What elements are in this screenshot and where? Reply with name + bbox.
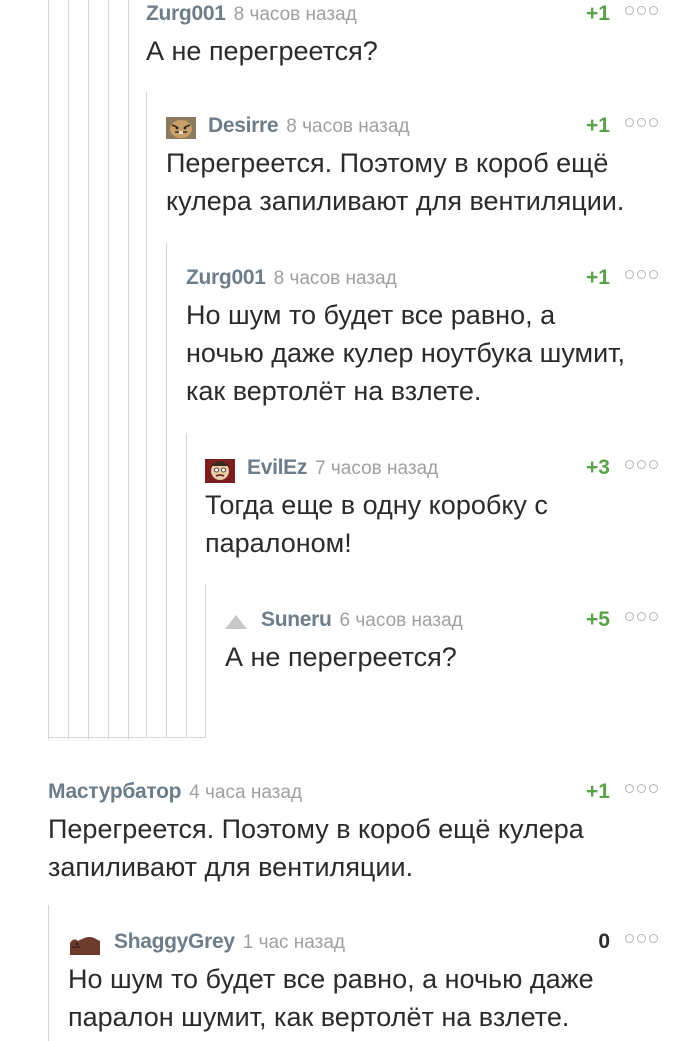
more-dots-icon[interactable] bbox=[625, 934, 658, 943]
thread-line[interactable] bbox=[146, 92, 147, 737]
default-avatar-triangle-icon[interactable] bbox=[225, 615, 247, 629]
comment-time[interactable]: 4 часа назад bbox=[189, 782, 302, 804]
comment: Zurg001 8 часов назад +1 А не перегреетс… bbox=[146, 2, 658, 72]
animal-avatar-icon[interactable] bbox=[68, 933, 102, 955]
comment-text: А не перегреется? bbox=[146, 32, 378, 70]
comment-meta: Мастурбатор 4 часа назад bbox=[48, 780, 302, 808]
thread-line[interactable] bbox=[166, 243, 167, 737]
comment: EvilEz 7 часов назад +3 Тогда еще в одну… bbox=[205, 456, 658, 566]
comment-text-line: Тогда еще в одну коробку с bbox=[205, 490, 548, 520]
comment-text: Но шум то будет все равно, а ночью даже … bbox=[186, 296, 625, 410]
comment-time[interactable]: 6 часов назад bbox=[340, 610, 463, 632]
comment-text-line: Перегреется. Поэтому в короб ещё bbox=[166, 148, 609, 178]
comment-author[interactable]: Desirre bbox=[208, 114, 279, 138]
comment-rating[interactable]: +1 bbox=[586, 2, 610, 26]
comment-text-line: паралон шумит, как вертолёт на взлете. bbox=[68, 1002, 570, 1032]
comment-rating[interactable]: +5 bbox=[586, 608, 610, 632]
comment-author[interactable]: Suneru bbox=[261, 608, 332, 632]
comment: Zurg001 8 часов назад +1 Но шум то будет… bbox=[186, 266, 658, 416]
comment-meta: Desirre 8 часов назад bbox=[166, 114, 409, 142]
comment-text-line: как вертолёт на взлете. bbox=[186, 376, 482, 406]
comment-text-line: Но шум то будет все равно, а bbox=[186, 300, 556, 330]
comment-author[interactable]: EvilEz bbox=[247, 456, 307, 480]
comment-rating[interactable]: 0 bbox=[598, 930, 610, 954]
more-dots-icon[interactable] bbox=[625, 784, 658, 793]
thread-line[interactable] bbox=[48, 0, 49, 740]
comment-time[interactable]: 8 часов назад bbox=[286, 116, 409, 138]
thread-line[interactable] bbox=[186, 433, 187, 737]
comment-text-line: А не перегреется? bbox=[146, 36, 378, 66]
thread-end-line bbox=[48, 737, 206, 738]
comment-text-line: запиливают для вентиляции. bbox=[48, 852, 414, 882]
thread-line[interactable] bbox=[128, 0, 129, 740]
comment-rating[interactable]: +3 bbox=[586, 456, 610, 480]
comment-meta: ShaggyGrey 1 час назад bbox=[68, 930, 345, 958]
comment-meta: Zurg001 8 часов назад bbox=[186, 266, 397, 294]
comment-text: Перегреется. Поэтому в короб ещё кулера … bbox=[166, 144, 624, 220]
thread-line[interactable] bbox=[205, 584, 206, 737]
comment-author[interactable]: Мастурбатор bbox=[48, 780, 181, 804]
thread-line[interactable] bbox=[108, 0, 109, 740]
more-dots-icon[interactable] bbox=[625, 460, 658, 469]
comment: Мастурбатор 4 часа назад +1 Перегреется.… bbox=[48, 780, 658, 890]
comment-rating[interactable]: +1 bbox=[586, 114, 610, 138]
comment: Desirre 8 часов назад +1 Перегреется. По… bbox=[166, 114, 658, 224]
tiger-avatar-icon[interactable] bbox=[166, 117, 196, 139]
thread-line[interactable] bbox=[68, 0, 69, 740]
comment-rating[interactable]: +1 bbox=[586, 266, 610, 290]
comment-text-line: ночью даже кулер ноутбука шумит, bbox=[186, 338, 626, 368]
comment: ShaggyGrey 1 час назад 0 Но шум то будет… bbox=[68, 930, 658, 1040]
comment-text-line: Но шум то будет все равно, а ночью даже bbox=[68, 964, 594, 994]
comment-text-line: А не перегреется? bbox=[225, 642, 457, 672]
comment-author[interactable]: Zurg001 bbox=[186, 266, 266, 290]
comment-meta: Zurg001 8 часов назад bbox=[146, 2, 357, 30]
comment-time[interactable]: 8 часов назад bbox=[274, 268, 397, 290]
more-dots-icon[interactable] bbox=[625, 6, 658, 15]
more-dots-icon[interactable] bbox=[625, 612, 658, 621]
thread-line[interactable] bbox=[48, 905, 49, 1041]
comment-text: Перегреется. Поэтому в короб ещё кулера … bbox=[48, 810, 584, 886]
comment-text-line: паралоном! bbox=[205, 528, 352, 558]
comment-text: Тогда еще в одну коробку с паралоном! bbox=[205, 486, 548, 562]
comment-author[interactable]: Zurg001 bbox=[146, 2, 226, 26]
more-dots-icon[interactable] bbox=[625, 270, 658, 279]
comment-time[interactable]: 7 часов назад bbox=[315, 458, 438, 480]
comment-text-line: Перегреется. Поэтому в короб ещё кулера bbox=[48, 814, 584, 844]
comment-rating[interactable]: +1 bbox=[586, 780, 610, 804]
comment: Suneru 6 часов назад +5 А не перегреется… bbox=[225, 608, 658, 680]
comment-text-line: кулера запиливают для вентиляции. bbox=[166, 186, 625, 216]
comment-time[interactable]: 1 час назад bbox=[243, 932, 345, 954]
face-avatar-icon[interactable] bbox=[205, 459, 235, 483]
comment-meta: EvilEz 7 часов назад bbox=[205, 456, 438, 484]
more-dots-icon[interactable] bbox=[625, 118, 658, 127]
comment-text: Но шум то будет все равно, а ночью даже … bbox=[68, 960, 594, 1036]
comment-time[interactable]: 8 часов назад bbox=[234, 4, 357, 26]
comment-meta: Suneru 6 часов назад bbox=[225, 608, 463, 636]
comment-text: А не перегреется? bbox=[225, 638, 457, 676]
comment-author[interactable]: ShaggyGrey bbox=[114, 930, 235, 954]
thread-line[interactable] bbox=[88, 0, 89, 740]
